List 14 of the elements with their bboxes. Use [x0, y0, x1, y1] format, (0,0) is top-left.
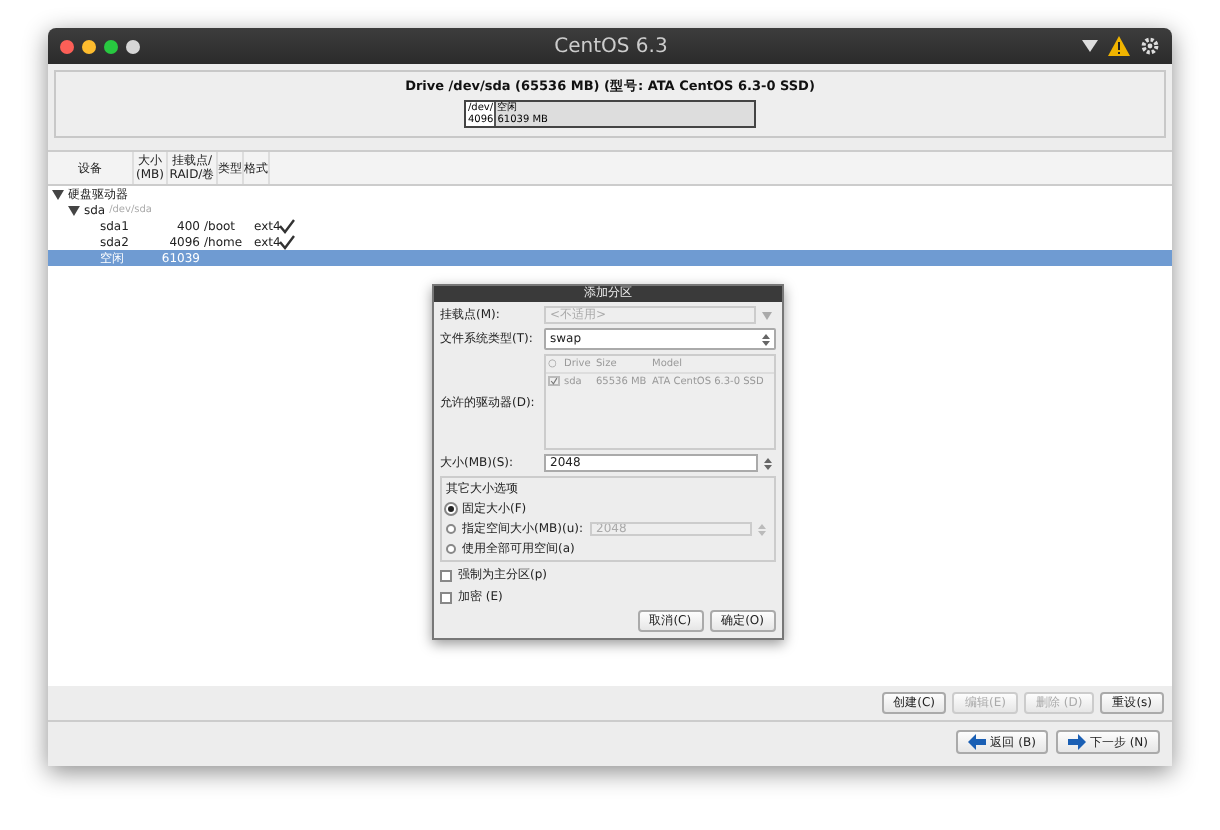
spin-arrows-icon[interactable] [760, 457, 776, 469]
settings-icon[interactable] [1140, 36, 1160, 56]
spin-arrows-icon[interactable] [758, 333, 774, 345]
expander-icon[interactable] [68, 205, 80, 215]
minimize-button[interactable] [82, 39, 96, 53]
drive-checkbox[interactable] [548, 376, 560, 386]
dropdown-icon[interactable] [1082, 40, 1098, 52]
left-arrow-icon [968, 734, 987, 750]
warning-icon[interactable] [1108, 36, 1130, 56]
right-arrow-icon [1067, 734, 1086, 750]
zoom-button[interactable] [104, 39, 118, 53]
window-title: CentOS 6.3 [552, 35, 670, 57]
circle-button[interactable] [126, 39, 140, 53]
close-button[interactable] [60, 39, 74, 53]
